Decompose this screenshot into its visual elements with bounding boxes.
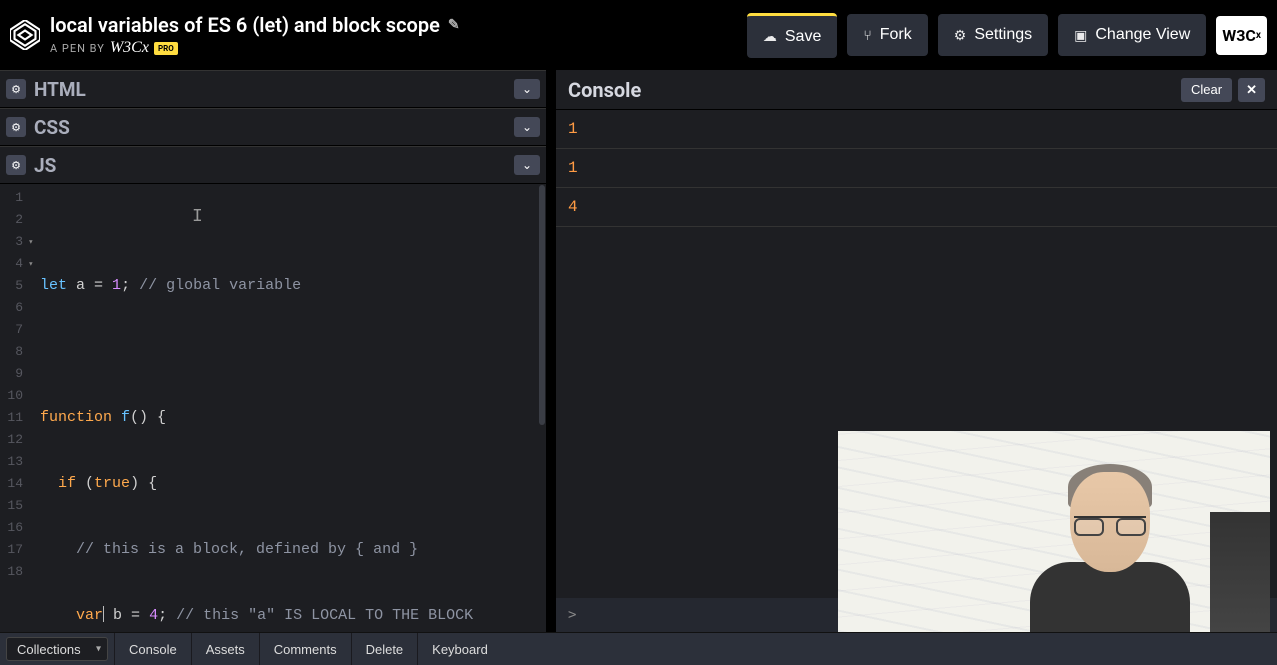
footer-console-button[interactable]: Console bbox=[114, 633, 191, 665]
text-cursor-ibeam: I bbox=[192, 206, 203, 228]
footer-delete-button[interactable]: Delete bbox=[351, 633, 418, 665]
cloud-icon: ☁ bbox=[763, 28, 777, 45]
line-number-gutter: 1 2 3 4 5 6 7 8 9 10 11 12 13 14 15 16 1… bbox=[0, 184, 30, 632]
footer-assets-button[interactable]: Assets bbox=[191, 633, 259, 665]
save-button[interactable]: ☁ Save bbox=[747, 13, 837, 58]
gear-icon: ⚙ bbox=[954, 27, 967, 44]
editor-scrollbar[interactable] bbox=[539, 185, 545, 425]
js-gear-icon[interactable]: ⚙ bbox=[6, 155, 26, 175]
pen-title-row: local variables of ES 6 (let) and block … bbox=[50, 13, 460, 37]
console-title: Console bbox=[568, 78, 641, 102]
css-panel-header[interactable]: ⚙ CSS ⌄ bbox=[0, 108, 546, 146]
layout-icon: ▣ bbox=[1074, 27, 1087, 44]
webcam-overlay bbox=[838, 431, 1270, 632]
header-actions: ☁ Save ⑂ Fork ⚙ Settings ▣ Change View W… bbox=[747, 13, 1267, 58]
css-chevron-down-icon[interactable]: ⌄ bbox=[514, 117, 540, 137]
pro-badge: PRO bbox=[154, 42, 178, 55]
footer-comments-button[interactable]: Comments bbox=[259, 633, 351, 665]
footer-keyboard-button[interactable]: Keyboard bbox=[417, 633, 502, 665]
js-label: JS bbox=[34, 154, 56, 177]
html-label: HTML bbox=[34, 78, 86, 101]
change-view-button[interactable]: ▣ Change View bbox=[1058, 14, 1206, 56]
app-header: local variables of ES 6 (let) and block … bbox=[0, 0, 1277, 70]
code-text[interactable]: I let a = 1; // global variable function… bbox=[30, 184, 546, 632]
settings-button[interactable]: ⚙ Settings bbox=[938, 14, 1048, 56]
fork-label: Fork bbox=[880, 26, 912, 44]
codepen-logo[interactable] bbox=[10, 20, 40, 50]
html-panel-header[interactable]: ⚙ HTML ⌄ bbox=[0, 70, 546, 108]
title-block: local variables of ES 6 (let) and block … bbox=[50, 13, 460, 57]
console-line: 4 bbox=[556, 188, 1277, 227]
pen-byline: A PEN BY W3Cx PRO bbox=[50, 39, 460, 57]
css-label: CSS bbox=[34, 116, 70, 139]
fork-button[interactable]: ⑂ Fork bbox=[847, 14, 927, 56]
footer-bar: Collections Console Assets Comments Dele… bbox=[0, 632, 1277, 665]
editor-column: ⚙ HTML ⌄ ⚙ CSS ⌄ ⚙ JS ⌄ 1 2 3 4 bbox=[0, 70, 556, 632]
header-left: local variables of ES 6 (let) and block … bbox=[10, 13, 460, 57]
by-label: A PEN BY bbox=[50, 42, 105, 55]
console-prompt: > bbox=[568, 607, 576, 623]
js-panel-header[interactable]: ⚙ JS ⌄ bbox=[0, 146, 546, 184]
account-avatar[interactable]: W3Cx bbox=[1216, 16, 1267, 55]
save-label: Save bbox=[785, 28, 821, 46]
html-chevron-down-icon[interactable]: ⌄ bbox=[514, 79, 540, 99]
clear-console-button[interactable]: Clear bbox=[1181, 78, 1232, 102]
collections-select[interactable]: Collections bbox=[6, 637, 108, 661]
pen-author[interactable]: W3Cx bbox=[110, 39, 149, 57]
edit-title-icon[interactable]: ✎ bbox=[448, 17, 460, 33]
html-gear-icon[interactable]: ⚙ bbox=[6, 79, 26, 99]
fork-icon: ⑂ bbox=[863, 27, 871, 43]
pen-title: local variables of ES 6 (let) and block … bbox=[50, 13, 440, 37]
presenter-figure bbox=[1020, 442, 1200, 632]
js-chevron-down-icon[interactable]: ⌄ bbox=[514, 155, 540, 175]
console-header: Console Clear ✕ bbox=[556, 70, 1277, 110]
settings-label: Settings bbox=[974, 26, 1032, 44]
console-line: 1 bbox=[556, 149, 1277, 188]
css-gear-icon[interactable]: ⚙ bbox=[6, 117, 26, 137]
js-editor[interactable]: 1 2 3 4 5 6 7 8 9 10 11 12 13 14 15 16 1… bbox=[0, 184, 546, 632]
close-console-button[interactable]: ✕ bbox=[1238, 78, 1265, 102]
console-line: 1 bbox=[556, 110, 1277, 149]
change-view-label: Change View bbox=[1095, 26, 1190, 44]
webcam-side-object bbox=[1210, 512, 1270, 632]
